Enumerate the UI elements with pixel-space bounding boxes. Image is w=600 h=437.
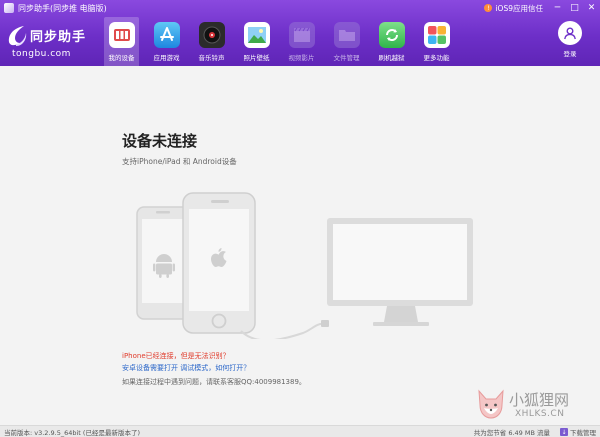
photo-icon [243, 22, 270, 48]
more-icon [423, 22, 450, 48]
page-title: 设备未连接 [122, 132, 198, 150]
nav-item-files[interactable]: 文件管理 [329, 17, 364, 66]
window-title: 同步助手(同步推 电脑版) [18, 3, 107, 13]
info-icon: ! [484, 4, 493, 12]
title-bar-controls: ! iOS9应用信任 ─ □ ✕ [484, 0, 600, 16]
login-button[interactable]: 登录 [556, 21, 584, 58]
monitor-icon [327, 218, 473, 326]
login-label: 登录 [563, 50, 577, 58]
ios-trust-label: iOS9应用信任 [495, 3, 543, 13]
video-icon [288, 22, 315, 48]
nav-item-my-device[interactable]: 我的设备 [104, 17, 139, 66]
fox-logo-icon [478, 389, 504, 419]
main-nav: 我的设备 应用游戏 音乐铃声 照片壁纸 视频影片 文件管理 刷机越狱 更多功能 [104, 17, 464, 66]
iphone-icon [182, 192, 256, 334]
nav-item-more[interactable]: 更多功能 [419, 17, 454, 66]
ios-trust-link[interactable]: ! iOS9应用信任 [484, 3, 543, 14]
nav-item-apps-games[interactable]: 应用游戏 [149, 17, 184, 66]
title-bar: 同步助手(同步推 电脑版) ! iOS9应用信任 ─ □ ✕ [0, 0, 600, 16]
music-icon [198, 22, 225, 48]
download-icon: ↓ [560, 428, 568, 436]
not-recognized-warning[interactable]: iPhone已经连接，但是无法识别？ [122, 351, 230, 361]
saved-traffic-text: 共为您节省 6.49 MB 流量 [473, 429, 550, 437]
nav-label: 刷机越狱 [378, 54, 405, 62]
status-right: 共为您节省 6.49 MB 流量 ↓ 下载管理 [474, 426, 596, 437]
minimize-button[interactable]: ─ [549, 1, 566, 15]
download-manager-label: 下载管理 [570, 429, 596, 437]
watermark-text-cn: 小狐狸网 [509, 391, 570, 409]
device-illustration [136, 192, 473, 339]
watermark-text-en: XHLKS.CN [515, 409, 565, 419]
nav-item-flash[interactable]: 刷机越狱 [374, 17, 409, 66]
nav-label: 音乐铃声 [198, 54, 225, 62]
nav-label: 应用游戏 [153, 54, 180, 62]
user-icon [558, 21, 582, 45]
app-store-icon [153, 22, 180, 48]
logo-name: 同步助手 [30, 30, 87, 45]
android-debug-help-link[interactable]: 安卓设备需要打开 调试模式，如何打开？ [122, 363, 250, 373]
close-button[interactable]: ✕ [583, 1, 600, 15]
page-subtitle: 支持iPhone/iPad 和 Android设备 [122, 157, 237, 166]
maximize-button[interactable]: □ [566, 1, 583, 15]
nav-item-photos[interactable]: 照片壁纸 [239, 17, 274, 66]
nav-label: 照片壁纸 [243, 54, 270, 62]
nav-label: 更多功能 [423, 54, 450, 62]
nav-label: 文件管理 [333, 54, 360, 62]
download-manager-button[interactable]: ↓ 下载管理 [560, 427, 596, 437]
logo: 同步助手 tongbu.com [6, 20, 96, 64]
nav-item-videos[interactable]: 视频影片 [284, 17, 319, 66]
main-content: 设备未连接 支持iPhone/iPad 和 Android设备 iPhone已经… [0, 66, 600, 425]
header: 同步助手(同步推 电脑版) ! iOS9应用信任 ─ □ ✕ 同步助手 tong… [0, 0, 600, 66]
usb-plug [321, 320, 329, 327]
nav-label: 我的设备 [108, 54, 135, 62]
logo-domain: tongbu.com [12, 49, 71, 59]
nav-label: 视频影片 [288, 54, 315, 62]
app-icon [4, 3, 14, 13]
status-bar: 当前版本: v3.2.9.5_64bit (已经是最新版本了) 共为您节省 6.… [0, 425, 600, 437]
version-text: 当前版本: v3.2.9.5_64bit (已经是最新版本了) [4, 428, 140, 437]
device-icon [108, 22, 135, 48]
flash-icon [378, 22, 405, 48]
watermark: 小狐狸网 XHLKS.CN [475, 387, 600, 425]
nav-item-music[interactable]: 音乐铃声 [194, 17, 229, 66]
contact-support-text: 如果连接过程中遇到问题，请联系客服QQ:4009981389。 [122, 378, 306, 386]
folder-icon [333, 22, 360, 48]
logo-icon [8, 26, 27, 46]
